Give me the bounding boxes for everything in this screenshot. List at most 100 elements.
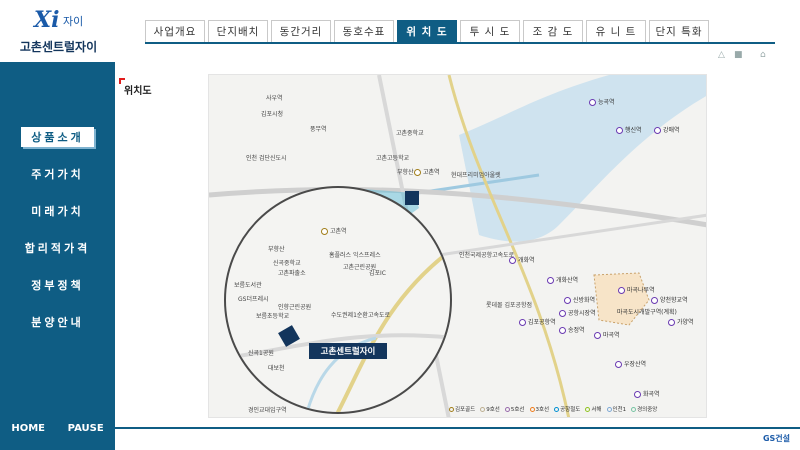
side-item-sales[interactable]: 분양안내 xyxy=(0,303,115,340)
pause-button[interactable]: PAUSE xyxy=(68,423,104,434)
label-lotte-mall: 롯데몰 김포공항점 xyxy=(486,302,533,309)
zoom-borum-elem: 보름초등학교 xyxy=(256,313,290,320)
legend-swatch xyxy=(504,406,510,412)
legend-label: 김포골드 xyxy=(455,407,476,413)
side-item-label: 미래가치 xyxy=(31,204,84,218)
station-dot xyxy=(668,319,675,326)
legend-swatch xyxy=(606,406,612,412)
station-gayang-label: 가양역 xyxy=(677,319,694,326)
zoom-sinan-library: 보름도서관 xyxy=(234,282,262,289)
legend-label: 9호선 xyxy=(486,407,500,413)
nav-divider xyxy=(145,42,775,44)
tab-unit[interactable]: 유 니 트 xyxy=(586,20,646,42)
zoom-sindae1-park: 신곡1공원 xyxy=(248,350,274,357)
project-name: 고촌센트럴자이 xyxy=(19,40,98,54)
station-gochon-label: 고촌역 xyxy=(423,169,440,176)
legend-item: 3호선 xyxy=(529,405,550,413)
station-yangcheon-label: 양천향교역 xyxy=(660,297,688,304)
label-saujeok: 사우역 xyxy=(266,95,283,102)
label-gochon-high: 고촌고등학교 xyxy=(376,155,410,162)
section-title: 위치도 xyxy=(119,78,152,97)
title-corner-mark xyxy=(119,78,125,84)
station-haengsin: 행신역 xyxy=(616,125,642,134)
legend-label: 서해 xyxy=(591,407,602,413)
station-sinbang: 신방화역 xyxy=(564,295,595,304)
station-haengsin-label: 행신역 xyxy=(625,127,642,134)
side-item-product[interactable]: 상품소개 xyxy=(0,118,115,155)
zoom-gimpo-ic: 김포IC xyxy=(369,270,386,277)
station-gimpo-airport: 김포공항역 xyxy=(519,317,556,326)
zoom-sinan-middle: 신곡중학교 xyxy=(273,260,301,267)
station-dot xyxy=(634,391,641,398)
home-button[interactable]: HOME xyxy=(11,423,45,434)
station-gangmae: 강매역 xyxy=(654,125,680,134)
station-gaehwasan: 개화산역 xyxy=(547,275,578,284)
legend-swatch xyxy=(554,406,560,412)
zoom-daebo: 대보천 xyxy=(268,365,285,372)
location-map: 사우역 김포시청 풍무역 고촌중학교 고촌고등학교 인천 검단신도시 현대프리미… xyxy=(208,74,707,418)
zoom-gs-mart: GS더프레시 xyxy=(238,296,269,303)
station-dot xyxy=(414,169,421,176)
section-title-text: 위치도 xyxy=(124,86,152,97)
station-dot xyxy=(589,99,596,106)
tab-distance[interactable]: 동간거리 xyxy=(271,20,331,42)
tab-overview[interactable]: 사업개요 xyxy=(145,20,205,42)
station-dot xyxy=(564,297,571,304)
legend-label: 3호선 xyxy=(535,407,550,413)
station-gimpo-airport-label: 김포공항역 xyxy=(528,319,556,326)
side-item-label: 합리적가격 xyxy=(24,241,91,255)
side-item-label: 상품소개 xyxy=(21,126,94,147)
side-item-price[interactable]: 합리적가격 xyxy=(0,229,115,266)
tab-layout[interactable]: 단지배치 xyxy=(208,20,268,42)
station-magok-naru: 마곡나루역 xyxy=(618,285,655,294)
station-dot xyxy=(654,127,661,134)
site-marker-large xyxy=(278,325,300,347)
station-songjeong: 송정역 xyxy=(559,325,585,334)
car-icon: ■ xyxy=(734,50,743,60)
zoom-indang-park: 인향근린공원 xyxy=(278,304,312,311)
side-item-future-value[interactable]: 미래가치 xyxy=(0,192,115,229)
tab-features[interactable]: 단지 특화 xyxy=(649,20,709,42)
station-dot xyxy=(321,228,328,235)
side-item-residential-value[interactable]: 주거가치 xyxy=(0,155,115,192)
legend-item: 9호선 xyxy=(480,405,500,413)
zoom-sudo-ring: 수도권제1순환고속도로 xyxy=(331,312,391,319)
station-hwagok: 화곡역 xyxy=(634,389,660,398)
brand-logo[interactable]: Xi 자이 고촌센트럴자이 xyxy=(0,0,115,62)
legend-item: 김포골드 xyxy=(449,405,475,413)
tree-icon: △ xyxy=(718,50,725,60)
label-gimpo-city: 김포시청 xyxy=(261,111,284,118)
station-neungok-label: 능곡역 xyxy=(598,99,615,106)
zoom-gochon-police: 고촌파출소 xyxy=(278,270,306,277)
app-root: Xi 자이 고촌센트럴자이 상품소개 주거가치 미래가치 합리적가격 정부정책 … xyxy=(0,0,800,450)
station-hwagok-label: 화곡역 xyxy=(643,391,660,398)
label-magok-zone: 마곡도시개발구역(계획) xyxy=(617,309,677,316)
zoom-circle: 고촌역 부향산 홈플러스 익스프레스 신곡중학교 고촌근린공원 고촌파출소 김포… xyxy=(224,186,452,414)
tab-unit-table[interactable]: 동호수표 xyxy=(334,20,394,42)
station-gayang: 가양역 xyxy=(668,317,694,326)
sidebar: Xi 자이 고촌센트럴자이 상품소개 주거가치 미래가치 합리적가격 정부정책 … xyxy=(0,0,115,450)
tab-location[interactable]: 위 치 도 xyxy=(397,20,457,42)
station-yangcheon: 양천향교역 xyxy=(651,295,688,304)
legend-item: 경의중앙 xyxy=(631,405,657,413)
tab-bird-eye[interactable]: 조 감 도 xyxy=(523,20,583,42)
legend-label: 공항철도 xyxy=(560,407,581,413)
top-nav: 사업개요 단지배치 동간거리 동호수표 위 치 도 투 시 도 조 감 도 유 … xyxy=(145,20,712,42)
station-songjeong-label: 송정역 xyxy=(568,327,585,334)
site-callout: 고촌센트럴자이 xyxy=(309,343,387,359)
side-item-label: 정부정책 xyxy=(31,278,84,292)
station-ujangsan-label: 우장산역 xyxy=(624,361,647,368)
station-gochon: 고촌역 xyxy=(414,167,440,176)
station-gaehwasan-label: 개화산역 xyxy=(556,277,579,284)
station-gongjang-label: 공항시장역 xyxy=(568,310,596,317)
legend-swatch xyxy=(449,406,454,412)
side-item-label: 주거가치 xyxy=(31,167,84,181)
station-dot xyxy=(615,361,622,368)
station-gaehwa-label: 개화역 xyxy=(518,257,535,264)
xi-logo-mark: Xi xyxy=(34,7,60,33)
side-item-policy[interactable]: 정부정책 xyxy=(0,266,115,303)
zoom-ring-road xyxy=(335,248,450,412)
tab-perspective[interactable]: 투 시 도 xyxy=(460,20,520,42)
house-icon: ⌂ xyxy=(760,50,766,60)
station-dot xyxy=(559,327,566,334)
